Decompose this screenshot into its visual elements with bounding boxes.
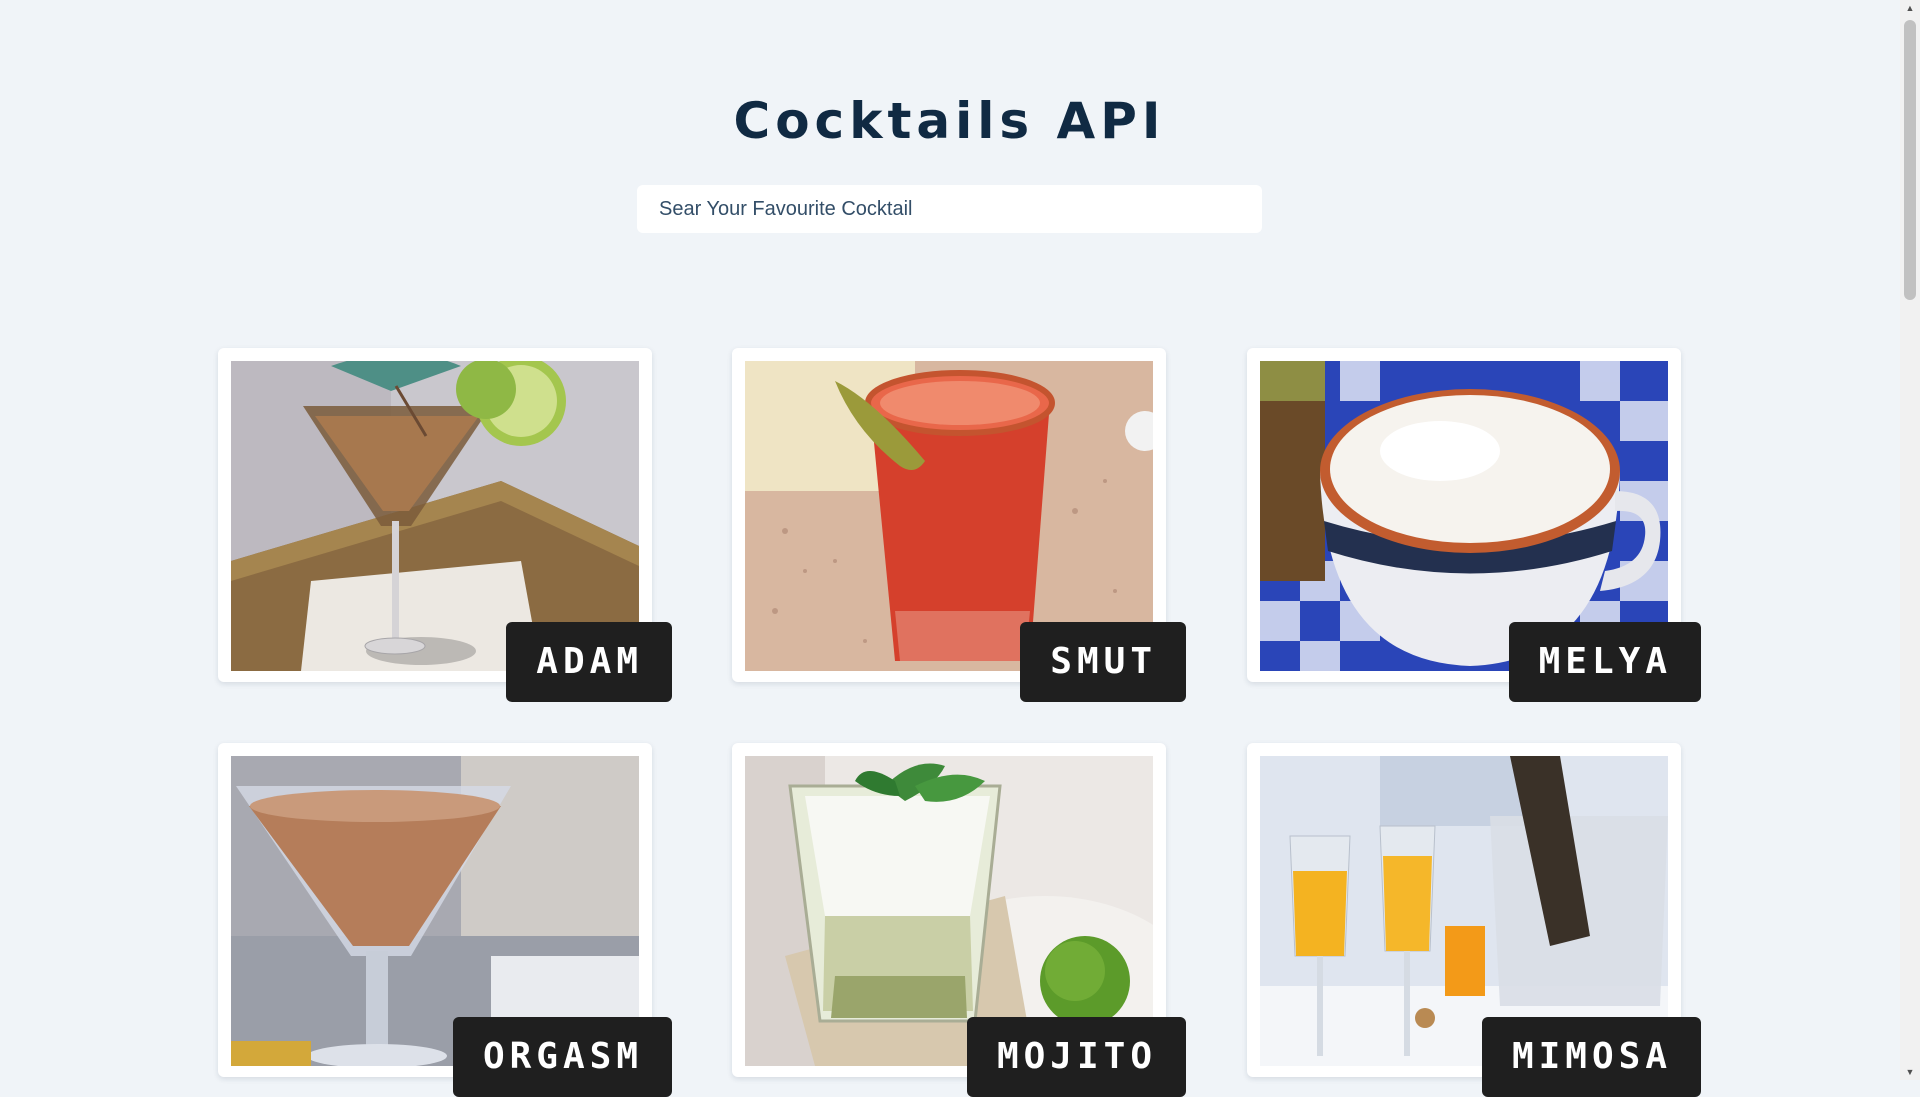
cocktail-card[interactable]: MOJITO <box>732 743 1186 1097</box>
cocktail-name: ADAM <box>506 622 672 702</box>
vertical-scrollbar[interactable]: ▲ ▼ <box>1900 0 1920 1080</box>
cocktail-card[interactable]: SMUT <box>732 348 1186 702</box>
cocktail-name: MIMOSA <box>1481 1017 1701 1097</box>
cocktail-name: ORGASM <box>452 1017 672 1097</box>
cocktail-name: MOJITO <box>966 1017 1186 1097</box>
cocktail-grid: ADAM SMUT MELYA ORGASM MOJITO MIMOSA <box>0 0 1899 1097</box>
cocktail-name: SMUT <box>1020 622 1186 702</box>
scroll-down-arrow-icon[interactable]: ▼ <box>1900 1064 1920 1080</box>
scroll-up-arrow-icon[interactable]: ▲ <box>1900 0 1920 16</box>
cocktail-card[interactable]: MELYA <box>1247 348 1701 702</box>
cocktail-card[interactable]: ADAM <box>218 348 672 702</box>
cocktail-card[interactable]: MIMOSA <box>1247 743 1701 1097</box>
scroll-thumb[interactable] <box>1904 20 1916 300</box>
cocktail-name: MELYA <box>1508 622 1701 702</box>
cocktail-card[interactable]: ORGASM <box>218 743 672 1097</box>
